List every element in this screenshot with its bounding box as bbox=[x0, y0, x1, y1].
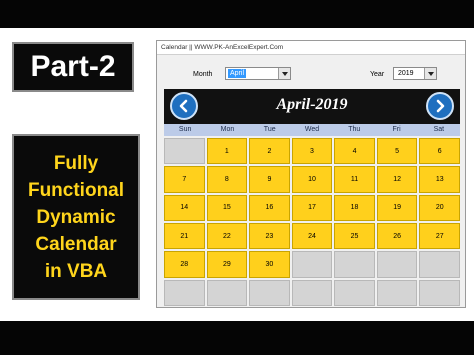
window-title: Calendar || WWW.PK-AnExcelExpert.Com bbox=[157, 41, 465, 55]
chevron-down-icon[interactable] bbox=[278, 68, 290, 79]
title-line: Calendar bbox=[35, 233, 117, 255]
date-cell[interactable]: 17 bbox=[291, 194, 333, 221]
date-cell[interactable]: 14 bbox=[164, 194, 205, 221]
date-cell[interactable]: 19 bbox=[376, 194, 418, 221]
date-cell[interactable]: 12 bbox=[376, 166, 418, 193]
empty-date-cell bbox=[164, 279, 205, 306]
thumbnail-canvas: Part-2 Fully Functional Dynamic Calendar… bbox=[0, 28, 474, 321]
calendar-grid: 1 2 3 4 5 6 7 8 9 10 11 12 13 14 15 16 17 18 19 20 21 22 23 24 2… bbox=[164, 138, 460, 306]
empty-date-cell bbox=[419, 279, 460, 306]
date-cell[interactable]: 7 bbox=[164, 166, 205, 193]
date-cell[interactable]: 21 bbox=[164, 223, 205, 250]
weekday-tue: Tue bbox=[263, 126, 276, 133]
empty-date-cell bbox=[291, 251, 333, 278]
weekday-row: Sun Mon Tue Wed Thu Fri Sat bbox=[164, 124, 460, 136]
weekday-mon: Mon bbox=[220, 126, 235, 133]
left-arrow-icon[interactable] bbox=[170, 92, 198, 120]
date-cell[interactable]: 9 bbox=[249, 166, 290, 193]
title-panel: Fully Functional Dynamic Calendar in VBA bbox=[12, 134, 140, 300]
date-cell[interactable]: 13 bbox=[419, 166, 460, 193]
date-cell[interactable]: 26 bbox=[376, 223, 418, 250]
top-letterbox bbox=[0, 0, 474, 28]
title-line: in VBA bbox=[44, 260, 108, 282]
date-cell[interactable]: 27 bbox=[419, 223, 460, 250]
date-cell[interactable]: 28 bbox=[164, 251, 205, 278]
title-line: Fully bbox=[53, 152, 99, 174]
year-dropdown[interactable]: 2019 bbox=[393, 67, 437, 80]
date-cell[interactable]: 3 bbox=[291, 138, 333, 165]
date-cell[interactable]: 2 bbox=[249, 138, 290, 165]
chevron-down-icon[interactable] bbox=[424, 68, 436, 79]
date-cell[interactable]: 6 bbox=[419, 138, 460, 165]
weekday-fri: Fri bbox=[392, 126, 401, 133]
right-arrow-icon[interactable] bbox=[426, 92, 454, 120]
month-label: Month bbox=[193, 71, 213, 78]
date-cell[interactable]: 5 bbox=[376, 138, 418, 165]
title-line: Dynamic bbox=[36, 206, 116, 228]
part-label: Part-2 bbox=[30, 50, 116, 83]
part-badge: Part-2 bbox=[12, 42, 134, 92]
weekday-thu: Thu bbox=[348, 126, 361, 133]
empty-date-cell bbox=[376, 279, 418, 306]
date-cell[interactable]: 22 bbox=[206, 223, 248, 250]
bottom-letterbox bbox=[0, 321, 474, 355]
empty-date-cell bbox=[419, 251, 460, 278]
date-cell[interactable]: 25 bbox=[334, 223, 375, 250]
year-label: Year bbox=[370, 71, 385, 78]
weekday-sun: Sun bbox=[178, 126, 192, 133]
empty-date-cell bbox=[164, 138, 205, 165]
calendar-window: Calendar || WWW.PK-AnExcelExpert.Com Mon… bbox=[156, 40, 466, 308]
weekday-wed: Wed bbox=[304, 126, 320, 133]
month-value: April bbox=[228, 69, 247, 78]
date-cell[interactable]: 18 bbox=[334, 194, 375, 221]
year-value: 2019 bbox=[398, 70, 414, 77]
date-cell[interactable]: 23 bbox=[249, 223, 290, 250]
month-dropdown[interactable]: April bbox=[225, 67, 291, 80]
date-cell[interactable]: 29 bbox=[206, 251, 248, 278]
date-cell[interactable]: 20 bbox=[419, 194, 460, 221]
empty-date-cell bbox=[334, 279, 375, 306]
date-cell[interactable]: 10 bbox=[291, 166, 333, 193]
date-cell[interactable]: 24 bbox=[291, 223, 333, 250]
date-cell[interactable]: 15 bbox=[206, 194, 248, 221]
calendar-header: April-2019 bbox=[164, 89, 460, 124]
date-cell[interactable]: 4 bbox=[334, 138, 375, 165]
date-cell[interactable]: 30 bbox=[249, 251, 290, 278]
date-cell[interactable]: 1 bbox=[206, 138, 248, 165]
empty-date-cell bbox=[291, 279, 333, 306]
weekday-sat: Sat bbox=[433, 126, 445, 133]
empty-date-cell bbox=[334, 251, 375, 278]
date-cell[interactable]: 11 bbox=[334, 166, 375, 193]
month-year-title: April-2019 bbox=[276, 96, 348, 113]
empty-date-cell bbox=[376, 251, 418, 278]
title-line: Functional bbox=[27, 179, 125, 201]
empty-date-cell bbox=[249, 279, 290, 306]
date-cell[interactable]: 8 bbox=[206, 166, 248, 193]
empty-date-cell bbox=[206, 279, 248, 306]
date-cell[interactable]: 16 bbox=[249, 194, 290, 221]
